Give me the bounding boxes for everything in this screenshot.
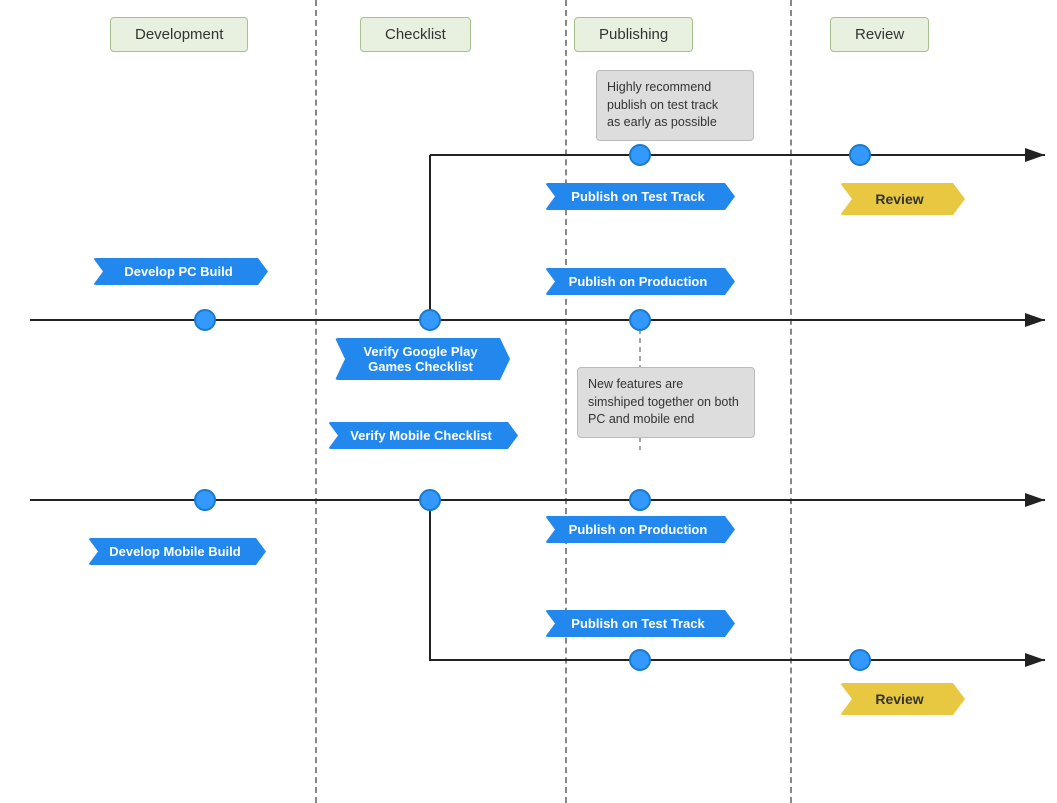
divider-2 xyxy=(565,0,567,803)
header-checklist: Checklist xyxy=(360,17,471,52)
header-publishing: Publishing xyxy=(574,17,693,52)
note-publish-test-track: Highly recommendpublish on test trackas … xyxy=(596,70,754,141)
label-publish-prod-bot: Publish on Production xyxy=(545,516,735,543)
node-n3 xyxy=(629,309,651,331)
node-n9 xyxy=(629,649,651,671)
svg-overlay xyxy=(0,0,1057,803)
label-develop-pc: Develop PC Build xyxy=(93,258,268,285)
divider-3 xyxy=(790,0,792,803)
node-n4 xyxy=(849,144,871,166)
header-development: Development xyxy=(110,17,248,52)
node-n2 xyxy=(419,309,441,331)
label-develop-mobile: Develop Mobile Build xyxy=(88,538,266,565)
header-review: Review xyxy=(830,17,929,52)
node-n8 xyxy=(629,489,651,511)
diagram: Development Checklist Publishing Review … xyxy=(0,0,1057,803)
review-label-bot: Review xyxy=(840,683,965,715)
note-simship: New features aresimshiped together on bo… xyxy=(577,367,755,438)
node-n1 xyxy=(194,309,216,331)
label-verify-gpg: Verify Google PlayGames Checklist xyxy=(335,338,510,380)
label-publish-prod-top: Publish on Production xyxy=(545,268,735,295)
node-n7 xyxy=(419,489,441,511)
node-n5 xyxy=(629,144,651,166)
divider-1 xyxy=(315,0,317,803)
node-n10 xyxy=(849,649,871,671)
label-verify-mobile: Verify Mobile Checklist xyxy=(328,422,518,449)
review-label-top: Review xyxy=(840,183,965,215)
label-publish-test-top: Publish on Test Track xyxy=(545,183,735,210)
label-publish-test-bot: Publish on Test Track xyxy=(545,610,735,637)
node-n6 xyxy=(194,489,216,511)
